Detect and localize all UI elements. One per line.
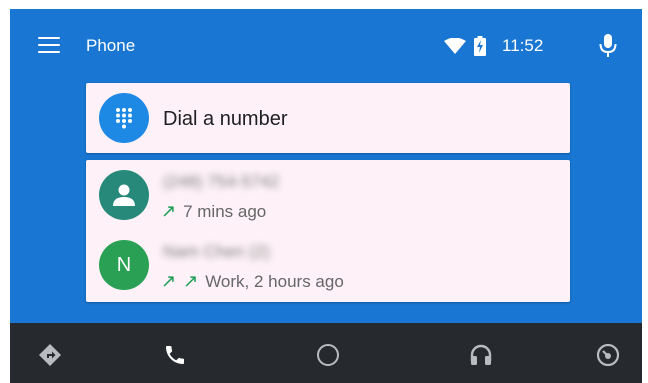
- call-detail: Work, 2 hours ago: [205, 271, 344, 291]
- wifi-icon: [444, 38, 466, 54]
- android-auto-screen: Phone 11:52 Dial a number (248) 754-5742…: [10, 9, 642, 383]
- navigation-bar: [10, 323, 642, 383]
- phone-icon[interactable]: [161, 341, 189, 369]
- clock: 11:52: [502, 36, 544, 55]
- mic-icon[interactable]: [599, 34, 617, 58]
- person-icon: [99, 170, 149, 220]
- dialpad-icon: [99, 93, 149, 143]
- recent-calls-card: (248) 754-5742 ↗ 7 mins ago N Nam Chen (…: [86, 160, 570, 302]
- home-icon[interactable]: [314, 341, 342, 369]
- contact-name: (248) 754-5742: [163, 172, 280, 191]
- call-meta: ↗ ↗ Work, 2 hours ago: [161, 271, 344, 292]
- menu-icon[interactable]: [38, 37, 60, 53]
- recent-call-row[interactable]: N Nam Chen (2) ↗ ↗ Work, 2 hours ago: [86, 230, 570, 300]
- outgoing-call-icon: ↗: [183, 271, 199, 291]
- dial-number-card[interactable]: Dial a number: [86, 83, 570, 153]
- call-meta: ↗ 7 mins ago: [161, 201, 266, 222]
- dashboard-icon[interactable]: [594, 341, 622, 369]
- headphones-icon[interactable]: [467, 341, 495, 369]
- navigation-icon[interactable]: [36, 341, 64, 369]
- call-detail: 7 mins ago: [183, 201, 267, 221]
- avatar: N: [99, 240, 149, 290]
- dial-label: Dial a number: [163, 108, 288, 130]
- top-bar: Phone 11:52: [10, 9, 642, 81]
- battery-charging-icon: [474, 36, 486, 56]
- outgoing-call-icon: ↗: [161, 271, 177, 291]
- contact-name: Nam Chen (2): [163, 242, 270, 261]
- outgoing-call-icon: ↗: [161, 201, 177, 221]
- app-title: Phone: [86, 36, 136, 55]
- recent-call-row[interactable]: (248) 754-5742 ↗ 7 mins ago: [86, 160, 570, 230]
